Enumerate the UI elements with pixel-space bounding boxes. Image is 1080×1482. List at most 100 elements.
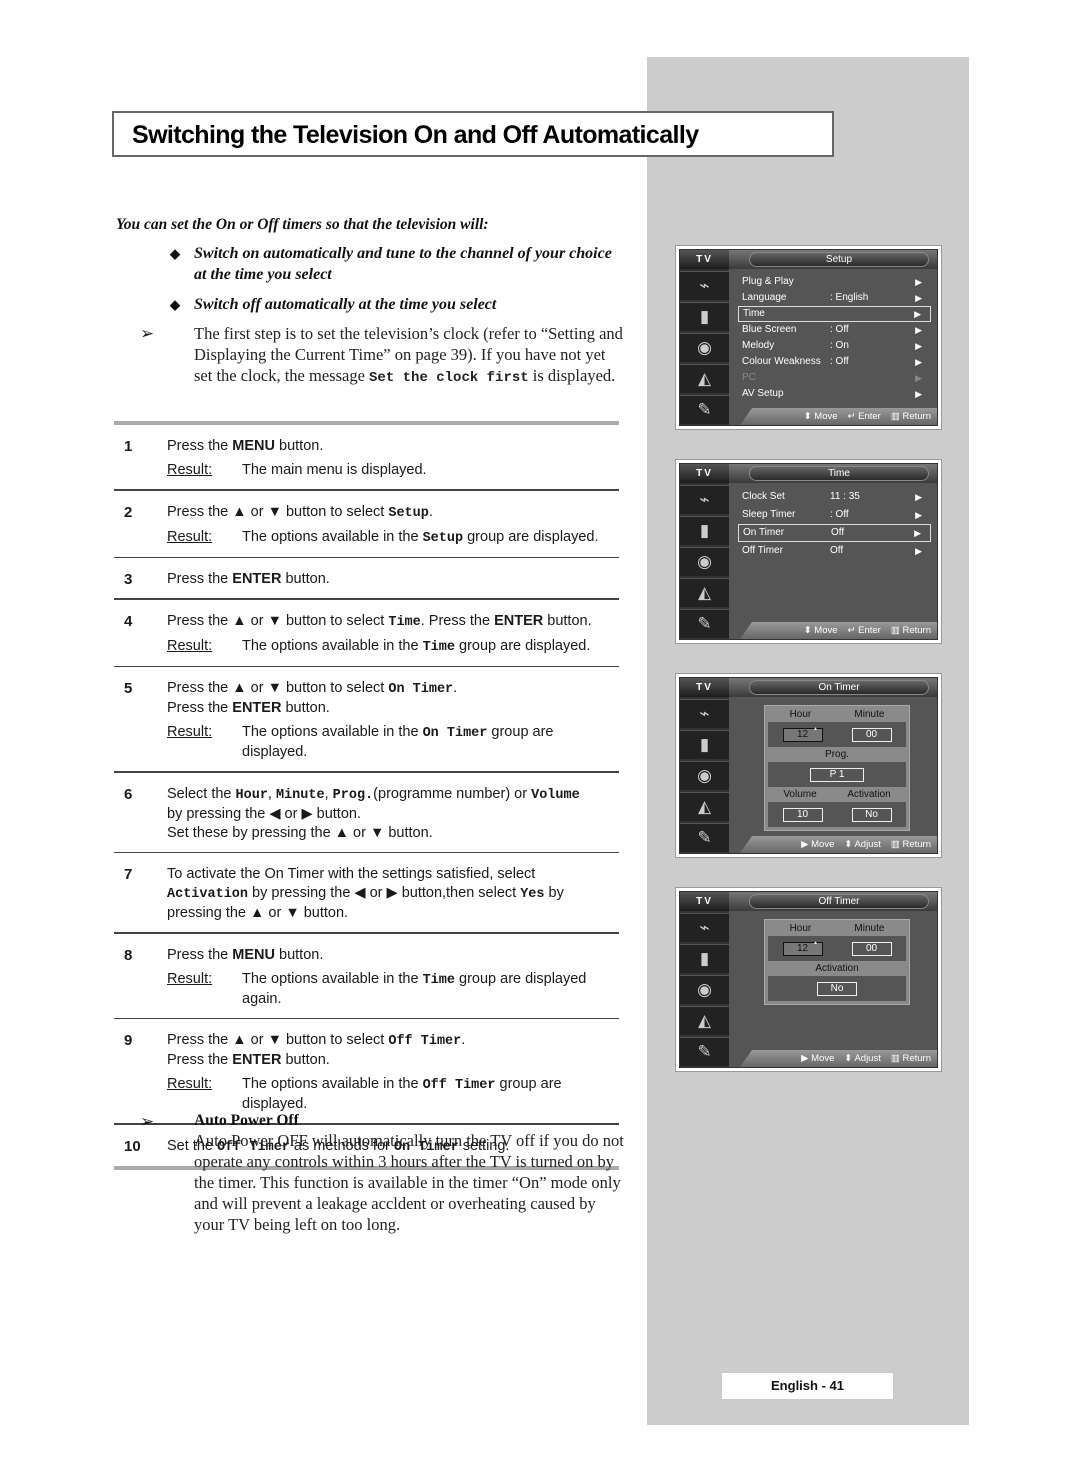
right-arrow-icon: ▶ — [801, 1053, 809, 1064]
activation-field: No — [851, 807, 892, 822]
adjust-hint: ⬍ Adjust — [844, 839, 881, 850]
on-timer-panel: HourMinute 1200 Prog. P 1 VolumeActivati… — [764, 705, 910, 831]
setup-icon: ✎ — [680, 1037, 729, 1066]
osd-menu-item: Colour Weakness: Off ▶ — [738, 354, 931, 370]
osd-on-timer-screen: TV ⌁ ▮ ◉ ◭ ✎ On Timer HourMinute 1200 Pr… — [675, 673, 942, 858]
enter-hint: ↵ Enter — [847, 625, 881, 636]
activation-field: No — [817, 981, 857, 996]
steps-list: 1 Press the MENU button. Result: The main… — [114, 421, 619, 1170]
osd-item-value: Off — [831, 527, 845, 538]
right-arrow-icon: ▶ — [915, 492, 922, 502]
speaker-icon: ◉ — [680, 975, 729, 1004]
osd-item-label: Colour Weakness — [742, 356, 821, 367]
osd-menu-item: Language: English ▶ — [738, 290, 931, 306]
osd-tv-label: TV — [680, 464, 729, 483]
setup-icon: ✎ — [680, 823, 729, 852]
osd-off-timer-screen: TV ⌁ ▮ ◉ ◭ ✎ Off Timer HourMinute 1200 A… — [675, 887, 942, 1072]
osd-icon-bar: TV ⌁ ▮ ◉ ◭ ✎ — [680, 464, 729, 639]
return-hint: ▥ Return — [890, 839, 931, 850]
picture-icon: ▮ — [680, 944, 729, 973]
step-result: Result: The options available in the On T… — [167, 724, 554, 760]
up-down-icon: ⬍ — [844, 1053, 853, 1064]
osd-item-value: : On — [830, 340, 849, 351]
osd-setup-screen: TV ⌁ ▮ ◉ ◭ ✎ Setup Plug & Play ▶ Language:… — [675, 245, 942, 430]
osd-menu-item: On Timer Off ▶ — [738, 524, 931, 542]
speaker-icon: ◉ — [680, 761, 729, 790]
volume-field: 10 — [782, 807, 823, 822]
bullet-item: ◆ Switch off automatically at the time yo… — [170, 296, 497, 313]
bullet-item: ◆ Switch on automatically and tune to the… — [170, 245, 612, 283]
osd-item-label: Melody — [742, 340, 775, 351]
move-hint: ▶ Move — [801, 1053, 835, 1064]
osd-item-value: 11 : 35 — [830, 491, 860, 502]
osd-item-value: : Off — [830, 356, 849, 367]
right-arrow-icon: ▶ — [915, 341, 922, 351]
channel-icon: ◭ — [680, 578, 729, 607]
step-result: Result: The options available in the Off … — [167, 1076, 562, 1112]
osd-item-label: Plug & Play — [742, 276, 794, 287]
channel-icon: ◭ — [680, 792, 729, 821]
step-result: Result: The options available in the Time… — [167, 970, 587, 1007]
prog-field: P 1 — [810, 767, 864, 782]
step-result: Result: The options available in the Setu… — [167, 528, 599, 546]
picture-icon: ▮ — [680, 730, 729, 759]
enter-hint: ↵ Enter — [847, 411, 881, 422]
clock-note: ➢ The first step is to set the television… — [140, 324, 623, 386]
return-hint: ▥ Return — [890, 411, 931, 422]
osd-tv-label: TV — [680, 678, 729, 697]
osd-time-screen: TV ⌁ ▮ ◉ ◭ ✎ Time Clock Set 11 : 35 ▶ Sleep… — [675, 459, 942, 644]
return-icon: ▥ — [890, 411, 900, 422]
osd-menu-item: Melody : On ▶ — [738, 338, 931, 354]
adjust-hint: ⬍ Adjust — [844, 1053, 881, 1064]
osd-menu-item: Sleep Timer: Off ▶ — [738, 506, 931, 524]
osd-footer: ⬍ Move ↵ Enter ▥ Return — [740, 622, 937, 639]
enter-icon: ↵ — [847, 625, 856, 636]
up-down-icon: ⬍ — [803, 625, 812, 636]
step-result: Result: The main menu is displayed. — [167, 462, 427, 478]
return-hint: ▥ Return — [890, 1053, 931, 1064]
osd-icon-bar: TV ⌁ ▮ ◉ ◭ ✎ — [680, 250, 729, 425]
step-3: 3 Press the ENTER button. — [124, 571, 330, 588]
osd-menu-title: Setup — [749, 252, 929, 267]
minute-field: 00 — [851, 941, 892, 956]
picture-icon: ▮ — [680, 302, 729, 331]
osd-menu-item: Plug & Play ▶ — [738, 274, 931, 290]
osd-tv-label: TV — [680, 892, 729, 911]
osd-item-label: Language — [742, 292, 787, 303]
osd-menu-item: PC ▶ — [738, 370, 931, 386]
right-arrow-icon: ▶ — [914, 309, 921, 319]
osd-item-label: PC — [742, 372, 756, 383]
osd-item-label: Clock Set — [742, 491, 785, 502]
minute-field: 00 — [851, 727, 892, 742]
right-arrow-icon: ▶ — [915, 546, 922, 556]
auto-power-off-body: Auto Power OFF will automatically turn t… — [194, 1131, 624, 1234]
step-result: Result: The options available in the Time… — [167, 637, 591, 655]
step-6: 6 Select the Hour, Minute, Prog.(program… — [124, 785, 580, 841]
diamond-bullet-icon: ◆ — [170, 246, 180, 261]
page-number: English - 41 — [722, 1373, 893, 1399]
right-arrow-icon: ▶ — [915, 277, 922, 287]
right-arrow-icon: ▶ — [915, 325, 922, 335]
plug-icon: ⌁ — [680, 699, 729, 728]
osd-item-value: Off — [830, 545, 844, 556]
plug-icon: ⌁ — [680, 271, 729, 300]
osd-menu-item: Blue Screen: Off ▶ — [738, 322, 931, 338]
osd-item-label: AV Setup — [742, 388, 784, 399]
right-arrow-icon: ▶ — [915, 389, 922, 399]
osd-item-value: : Off — [830, 324, 849, 335]
hour-field: 12 — [782, 727, 823, 742]
enter-icon: ↵ — [847, 411, 856, 422]
return-icon: ▥ — [890, 839, 900, 850]
osd-menu-title: Time — [749, 466, 929, 481]
move-hint: ⬍ Move — [803, 625, 838, 636]
setup-icon: ✎ — [680, 395, 729, 424]
osd-footer: ▶ Move ⬍ Adjust ▥ Return — [740, 836, 937, 853]
osd-item-value: : English — [830, 292, 869, 303]
return-icon: ▥ — [890, 625, 900, 636]
osd-icon-bar: TV ⌁ ▮ ◉ ◭ ✎ — [680, 892, 729, 1067]
move-hint: ⬍ Move — [803, 411, 838, 422]
step-1: 1 Press the MENU button. Result: The main… — [114, 425, 619, 489]
step-5: 5 Press the ▲ or ▼ button to select On T… — [114, 667, 619, 771]
osd-item-label: Sleep Timer — [742, 509, 796, 520]
off-timer-panel: HourMinute 1200 Activation No — [764, 919, 910, 1005]
